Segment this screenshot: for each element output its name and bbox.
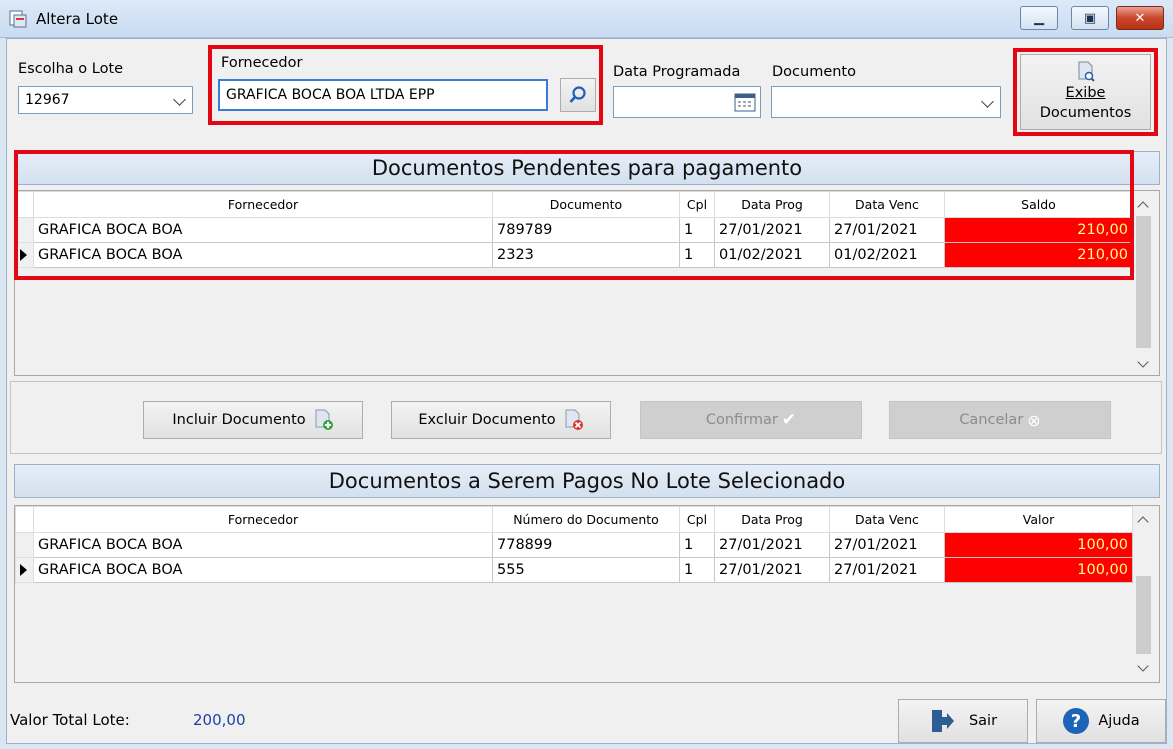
exibe-label-2: Documentos <box>1039 105 1132 121</box>
table-row[interactable]: GRAFICA BOCA BOA 778899 1 27/01/2021 27/… <box>15 532 1133 558</box>
col-data-prog[interactable]: Data Prog <box>714 506 830 533</box>
exibe-label-1: Exibe <box>1065 85 1106 101</box>
window-title: Altera Lote <box>36 10 119 28</box>
close-icon: ✕ <box>1134 10 1146 26</box>
minimize-button[interactable]: ▁ <box>1020 6 1058 30</box>
check-circle-icon: ✔ <box>781 410 797 430</box>
lote-value: 12967 <box>25 92 70 108</box>
excluir-label: Excluir Documento <box>418 412 556 428</box>
documento-combo[interactable] <box>771 86 1001 118</box>
col-cpl[interactable]: Cpl <box>679 506 715 533</box>
row-indicator <box>15 557 34 583</box>
col-data-venc[interactable]: Data Venc <box>829 506 945 533</box>
title-bar: Altera Lote ▁ ▣ ✕ <box>0 0 1173 38</box>
total-label: Valor Total Lote: <box>10 711 130 729</box>
cell-data-venc: 27/01/2021 <box>829 557 945 583</box>
cell-documento: 555 <box>492 557 680 583</box>
col-numero-documento[interactable]: Número do Documento <box>492 506 680 533</box>
total-value: 200,00 <box>193 711 246 729</box>
confirmar-label: Confirmar <box>705 412 778 428</box>
cell-fornecedor: GRAFICA BOCA BOA <box>33 557 493 583</box>
excluir-documento-button[interactable]: Excluir Documento <box>391 401 611 439</box>
help-icon: ? <box>1063 708 1090 734</box>
close-button[interactable]: ✕ <box>1116 6 1164 30</box>
lote-combo[interactable]: 12967 <box>18 86 193 114</box>
calendar-icon[interactable] <box>734 92 756 112</box>
scroll-thumb[interactable] <box>1136 216 1151 348</box>
search-button[interactable] <box>560 78 596 112</box>
sair-button[interactable]: Sair <box>898 699 1028 743</box>
lote-docs-table: Fornecedor Número do Documento Cpl Data … <box>15 506 1133 583</box>
cancelar-button[interactable]: Cancelar ⊗ <box>889 401 1111 439</box>
cell-data-venc: 27/01/2021 <box>829 532 945 558</box>
cell-data-prog: 27/01/2021 <box>714 557 830 583</box>
chevron-down-icon[interactable] <box>1137 660 1149 672</box>
cancelar-label: Cancelar <box>959 412 1024 428</box>
table-row[interactable]: GRAFICA BOCA BOA 555 1 27/01/2021 27/01/… <box>15 557 1133 583</box>
fornecedor-input[interactable]: GRAFICA BOCA BOA LTDA EPP <box>218 79 548 111</box>
row-indicator <box>15 532 34 558</box>
fornecedor-label: Fornecedor <box>221 55 303 71</box>
sair-label: Sair <box>968 713 998 729</box>
lote-label: Escolha o Lote <box>18 61 124 77</box>
maximize-icon: ▣ <box>1083 10 1097 26</box>
cell-cpl: 1 <box>679 532 715 558</box>
minimize-icon: ▁ <box>1034 10 1044 26</box>
documento-label: Documento <box>772 64 856 80</box>
cell-valor: 100,00 <box>944 557 1133 583</box>
ajuda-label: Ajuda <box>1098 713 1140 729</box>
document-search-icon <box>1078 61 1095 82</box>
search-icon <box>569 86 586 103</box>
confirmar-button[interactable]: Confirmar ✔ <box>640 401 862 439</box>
pendentes-scrollbar[interactable] <box>1134 191 1156 375</box>
cell-valor: 100,00 <box>944 532 1133 558</box>
chevron-down-icon <box>173 93 186 106</box>
lote-docs-header: Documentos a Serem Pagos No Lote Selecio… <box>14 464 1160 498</box>
col-valor[interactable]: Valor <box>944 506 1133 533</box>
app-icon <box>9 10 27 28</box>
scroll-thumb[interactable] <box>1136 576 1151 654</box>
remove-document-icon <box>565 409 583 430</box>
cell-documento: 778899 <box>492 532 680 558</box>
lote-docs-grid[interactable]: Fornecedor Número do Documento Cpl Data … <box>14 505 1160 683</box>
pendentes-highlight <box>14 150 1134 280</box>
lote-docs-header-row: Fornecedor Número do Documento Cpl Data … <box>15 506 1133 533</box>
cell-data-prog: 27/01/2021 <box>714 532 830 558</box>
lote-docs-scrollbar[interactable] <box>1134 506 1156 682</box>
exit-icon <box>931 710 954 732</box>
svg-text:?: ? <box>1071 711 1081 732</box>
incluir-label: Incluir Documento <box>172 412 306 428</box>
chevron-up-icon[interactable] <box>1137 201 1149 213</box>
exibe-documentos-button[interactable]: Exibe Documentos <box>1020 54 1151 130</box>
chevron-down-icon[interactable] <box>1137 356 1149 368</box>
cell-fornecedor: GRAFICA BOCA BOA <box>33 532 493 558</box>
row-indicator-header <box>15 506 34 533</box>
ajuda-button[interactable]: ? Ajuda <box>1036 699 1166 743</box>
data-programada-label: Data Programada <box>613 64 741 80</box>
chevron-down-icon <box>981 95 994 108</box>
current-row-icon <box>20 564 27 576</box>
cancel-circle-icon: ⊗ <box>1027 410 1041 430</box>
chevron-up-icon[interactable] <box>1137 516 1149 528</box>
data-programada-input[interactable] <box>613 86 761 118</box>
fornecedor-value: GRAFICA BOCA BOA LTDA EPP <box>226 87 435 103</box>
col-fornecedor[interactable]: Fornecedor <box>33 506 493 533</box>
incluir-documento-button[interactable]: Incluir Documento <box>143 401 363 439</box>
maximize-button[interactable]: ▣ <box>1071 6 1109 30</box>
add-document-icon <box>315 409 333 430</box>
cell-cpl: 1 <box>679 557 715 583</box>
